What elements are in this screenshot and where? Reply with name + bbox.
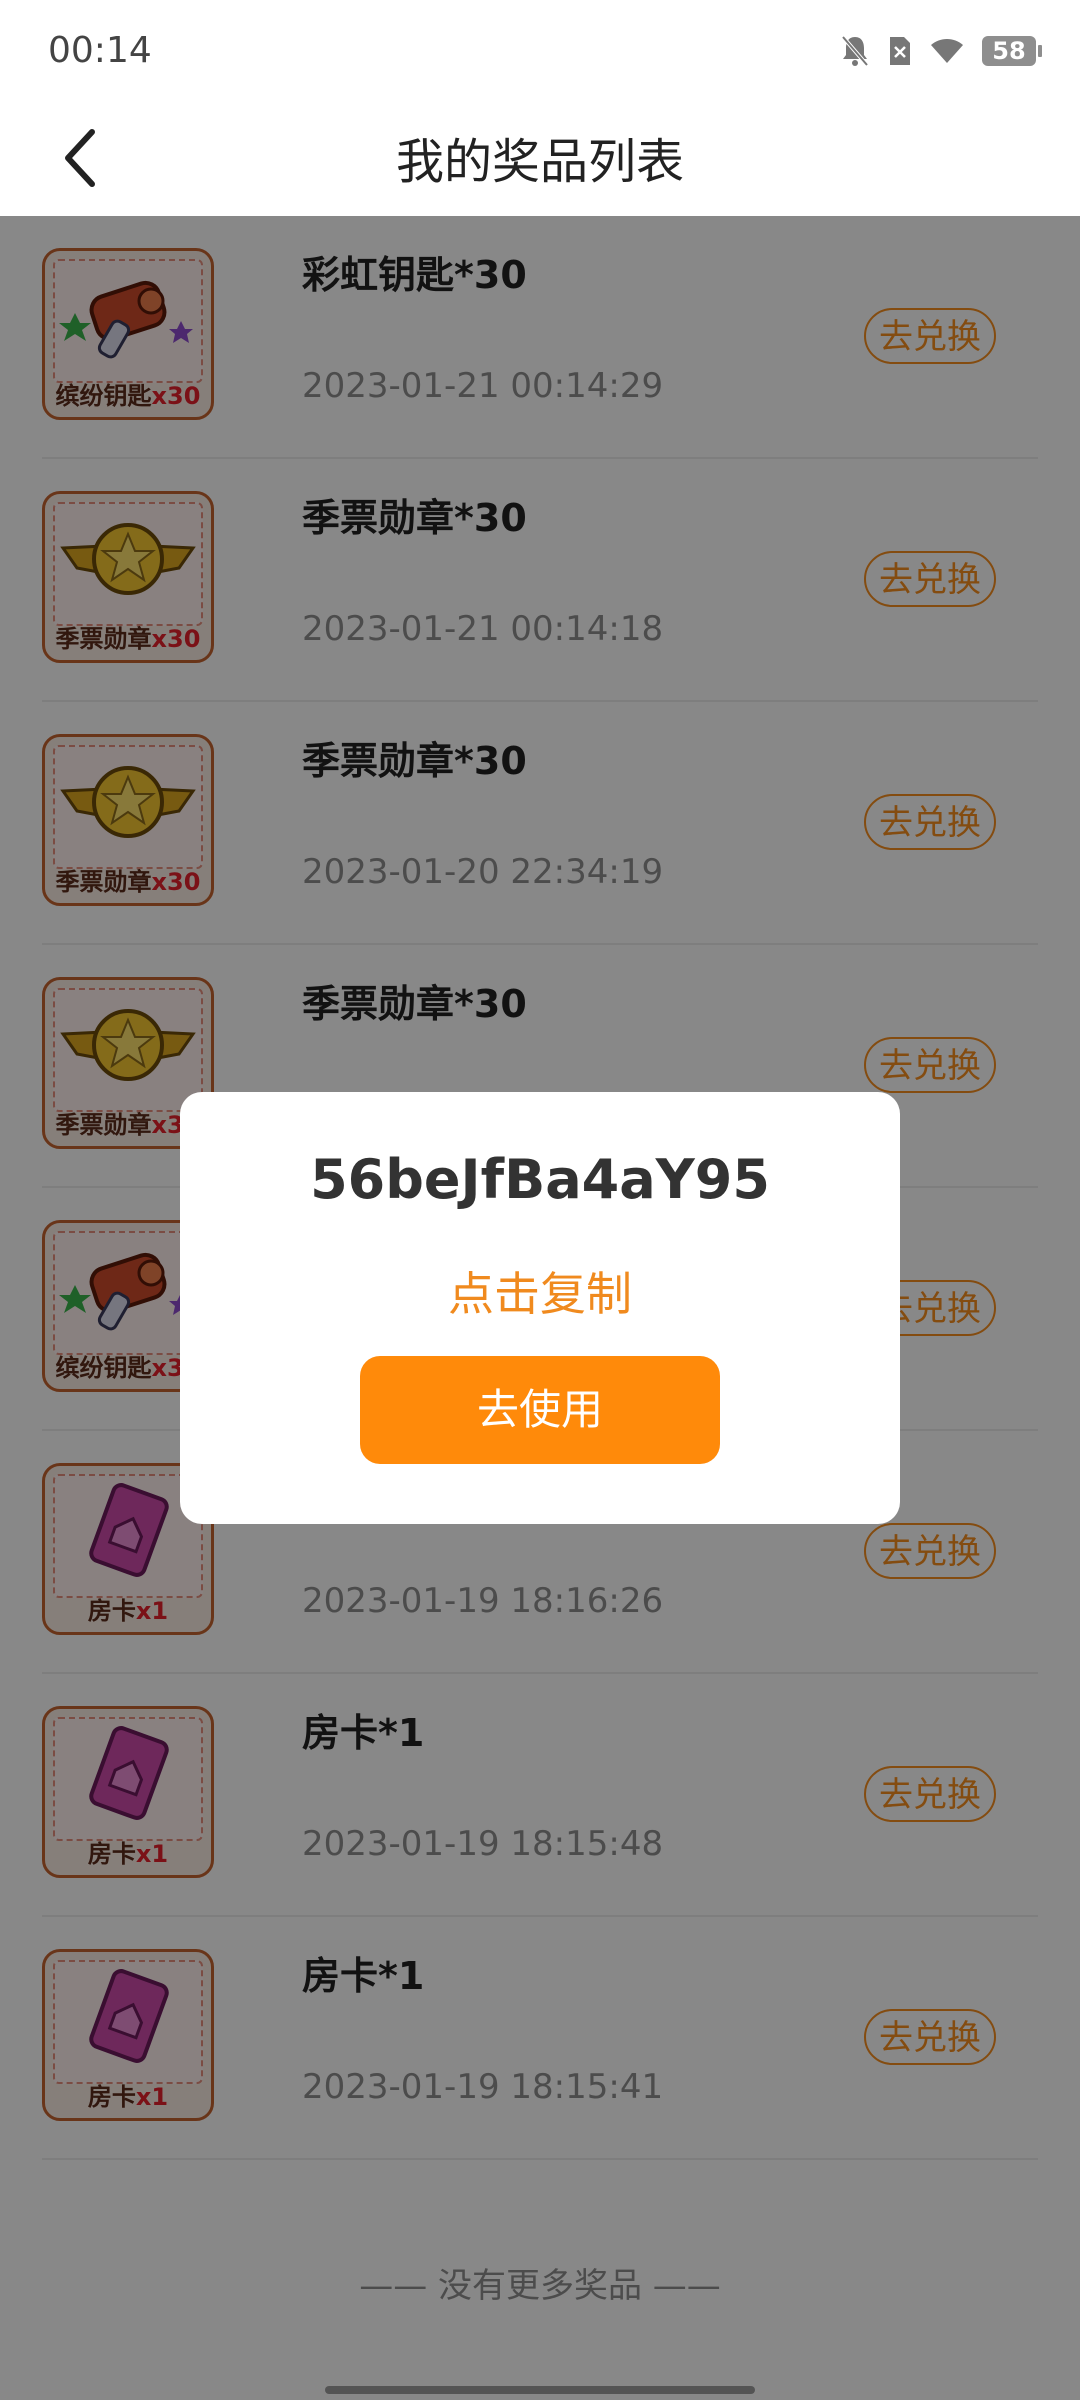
redeem-code: 56beJfBa4aY95 <box>310 1148 770 1211</box>
status-time: 00:14 <box>48 30 152 71</box>
copy-button[interactable]: 点击复制 <box>180 1258 900 1324</box>
wifi-icon <box>931 39 963 63</box>
battery-icon: 58 <box>982 36 1042 66</box>
status-bar: 00:14 58 <box>0 0 1080 100</box>
page-title: 我的奖品列表 <box>395 134 684 190</box>
sim-off-icon <box>890 37 910 65</box>
mute-bell-icon <box>841 35 869 67</box>
status-icons: 58 <box>840 34 1042 68</box>
redeem-code-dialog: 56beJfBa4aY95 点击复制 去使用 <box>180 1092 900 1524</box>
use-button[interactable]: 去使用 <box>360 1356 720 1464</box>
app-header: 我的奖品列表 <box>0 100 1080 216</box>
